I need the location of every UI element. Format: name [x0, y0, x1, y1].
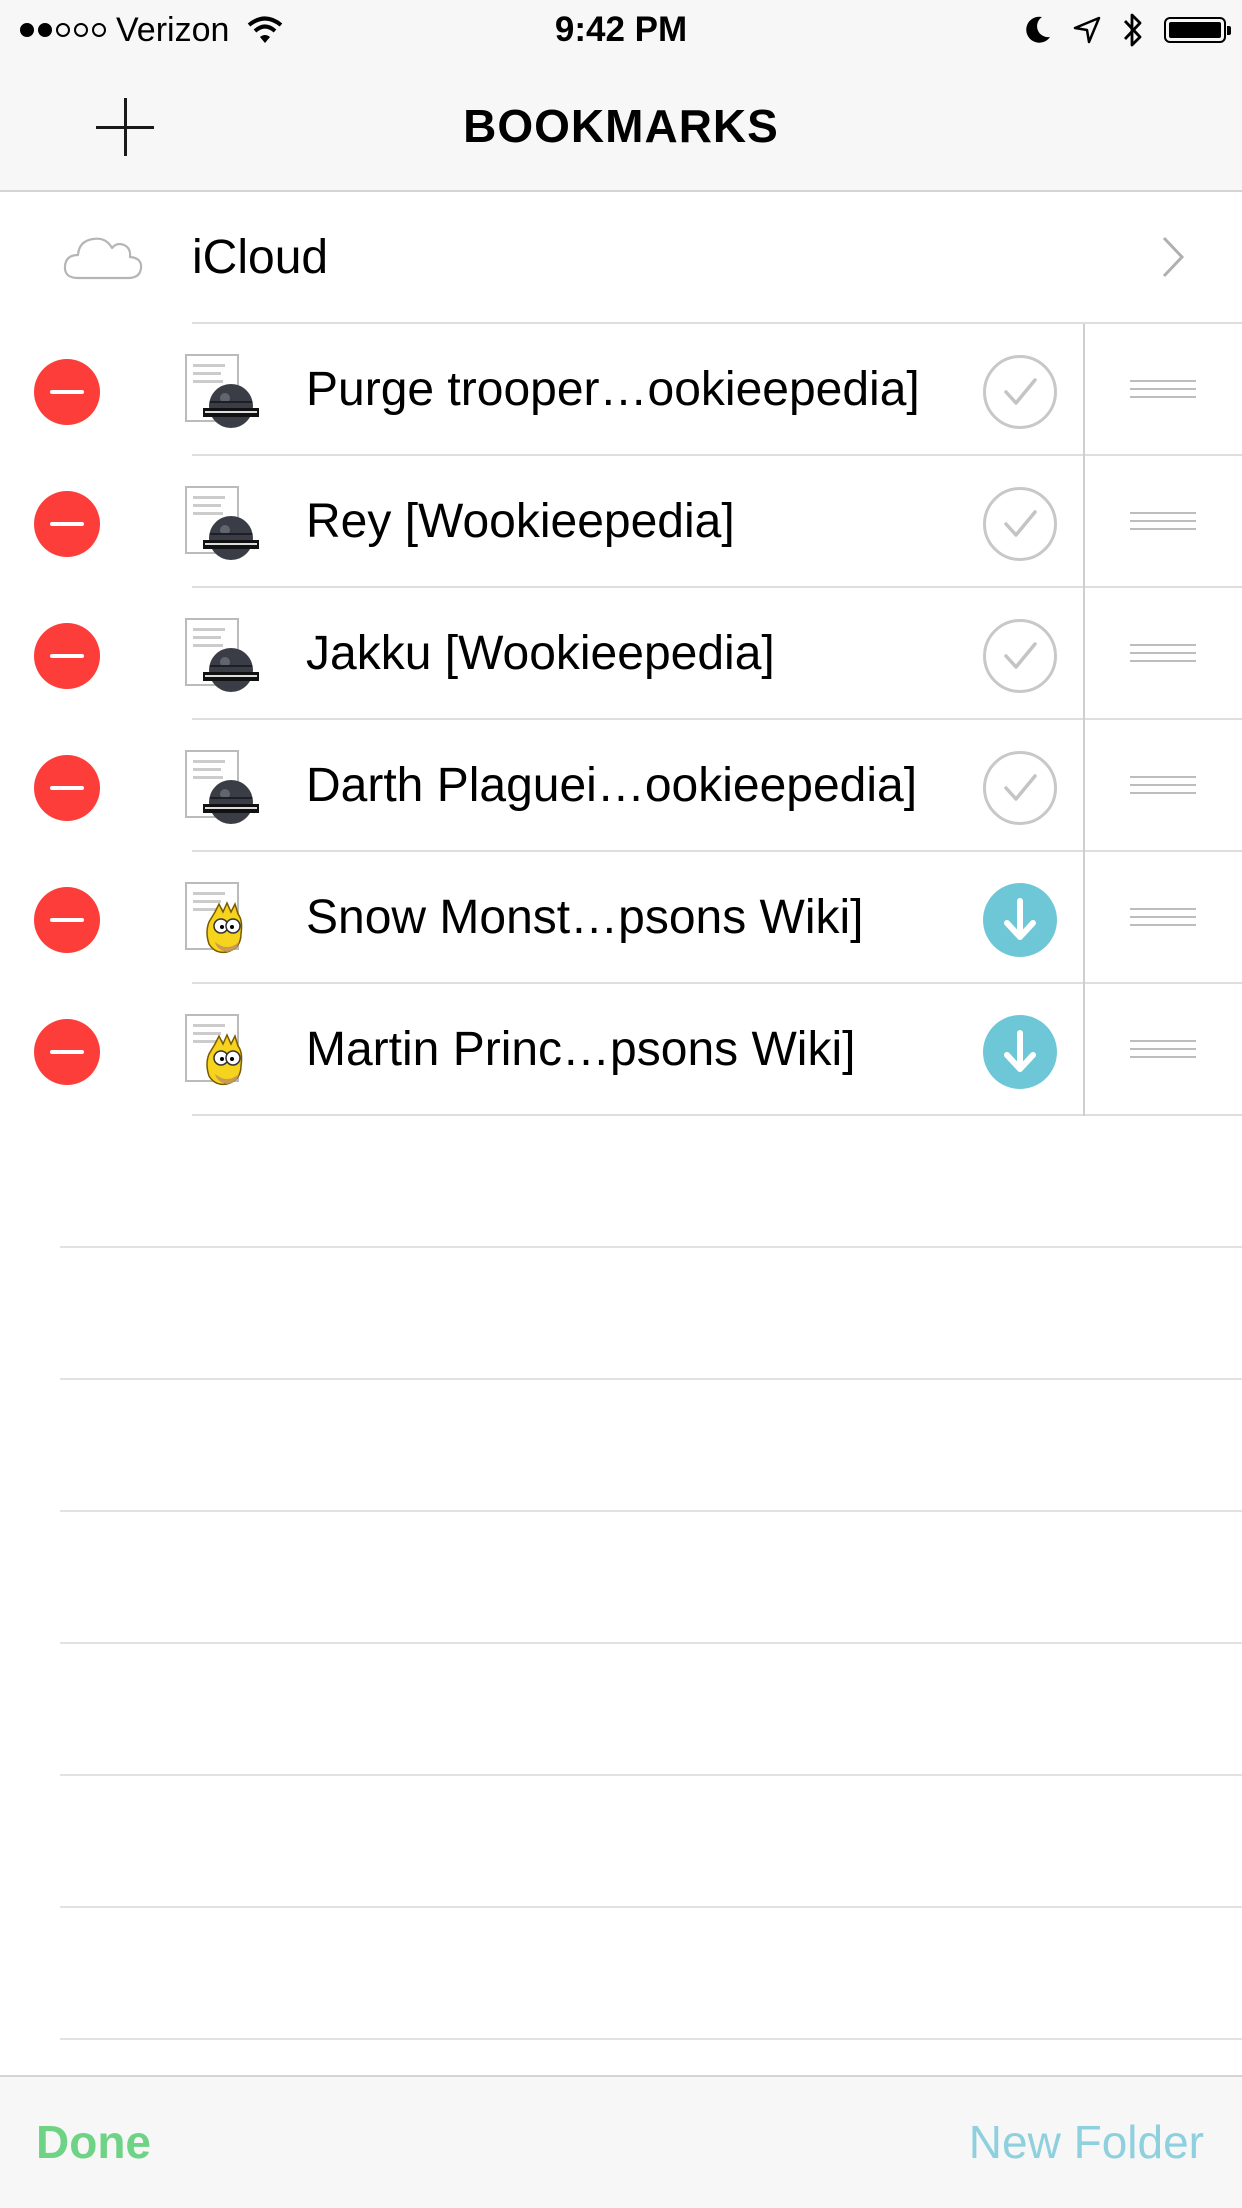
icloud-folder-row[interactable]: iCloud — [0, 192, 1242, 324]
icloud-label: iCloud — [192, 231, 329, 284]
download-button[interactable] — [983, 1015, 1057, 1089]
saved-offline-button[interactable] — [983, 751, 1057, 825]
new-folder-button[interactable]: New Folder — [969, 2077, 1204, 2207]
reorder-handle[interactable] — [1130, 1040, 1196, 1064]
bookmark-row[interactable]: Snow Monst…psons Wiki] — [0, 852, 1242, 984]
bookmark-title: Rey [Wookieepedia] — [306, 495, 735, 548]
reorder-handle[interactable] — [1130, 908, 1196, 932]
simpsons-wiki-page-icon — [185, 1014, 261, 1090]
empty-row-separator — [60, 1906, 1242, 1908]
saved-offline-button[interactable] — [983, 355, 1057, 429]
empty-row-separator — [60, 1246, 1242, 1248]
empty-row-separator — [60, 1774, 1242, 1776]
bookmark-title: Darth Plaguei…ookieepedia] — [306, 759, 918, 812]
reorder-handle[interactable] — [1130, 380, 1196, 404]
wookieepedia-page-icon — [185, 750, 261, 826]
wookieepedia-page-icon — [185, 354, 261, 430]
bookmark-row[interactable]: Darth Plaguei…ookieepedia] — [0, 720, 1242, 852]
page-title: BOOKMARKS — [463, 100, 779, 152]
delete-button[interactable] — [34, 491, 100, 557]
wookieepedia-page-icon — [185, 618, 261, 694]
reorder-handle[interactable] — [1130, 512, 1196, 536]
bluetooth-icon — [1123, 13, 1142, 47]
empty-row-separator — [60, 1510, 1242, 1512]
bookmark-title: Snow Monst…psons Wiki] — [306, 891, 864, 944]
delete-button[interactable] — [34, 623, 100, 689]
bookmark-title: Purge trooper…ookieepedia] — [306, 363, 920, 416]
simpsons-wiki-page-icon — [185, 882, 261, 958]
bottom-toolbar: Done New Folder — [0, 2075, 1242, 2208]
delete-button[interactable] — [34, 755, 100, 821]
delete-button[interactable] — [34, 359, 100, 425]
download-button[interactable] — [983, 883, 1057, 957]
chevron-right-icon — [1162, 236, 1185, 278]
bookmark-title: Jakku [Wookieepedia] — [306, 627, 775, 680]
moon-icon — [1026, 16, 1050, 43]
cloud-icon — [63, 237, 143, 280]
reorder-handle[interactable] — [1130, 644, 1196, 668]
reorder-column-divider — [1083, 324, 1085, 1116]
navigation-bar: BOOKMARKS — [0, 62, 1242, 192]
saved-offline-button[interactable] — [983, 619, 1057, 693]
bookmark-row[interactable]: Purge trooper…ookieepedia] — [0, 324, 1242, 456]
battery-icon — [1164, 17, 1231, 43]
delete-button[interactable] — [34, 887, 100, 953]
bookmark-row[interactable]: Martin Princ…psons Wiki] — [0, 984, 1242, 1116]
wookieepedia-page-icon — [185, 486, 261, 562]
location-icon — [1073, 16, 1101, 44]
saved-offline-button[interactable] — [983, 487, 1057, 561]
reorder-handle[interactable] — [1130, 776, 1196, 800]
empty-row-separator — [60, 1378, 1242, 1380]
delete-button[interactable] — [34, 1019, 100, 1085]
done-button[interactable]: Done — [36, 2077, 151, 2207]
status-bar: Verizon 9:42 PM — [0, 0, 1242, 62]
empty-row-separator — [60, 1642, 1242, 1644]
bookmark-row[interactable]: Jakku [Wookieepedia] — [0, 588, 1242, 720]
bookmark-title: Martin Princ…psons Wiki] — [306, 1023, 856, 1076]
empty-row-separator — [60, 2038, 1242, 2040]
bookmark-row[interactable]: Rey [Wookieepedia] — [0, 456, 1242, 588]
